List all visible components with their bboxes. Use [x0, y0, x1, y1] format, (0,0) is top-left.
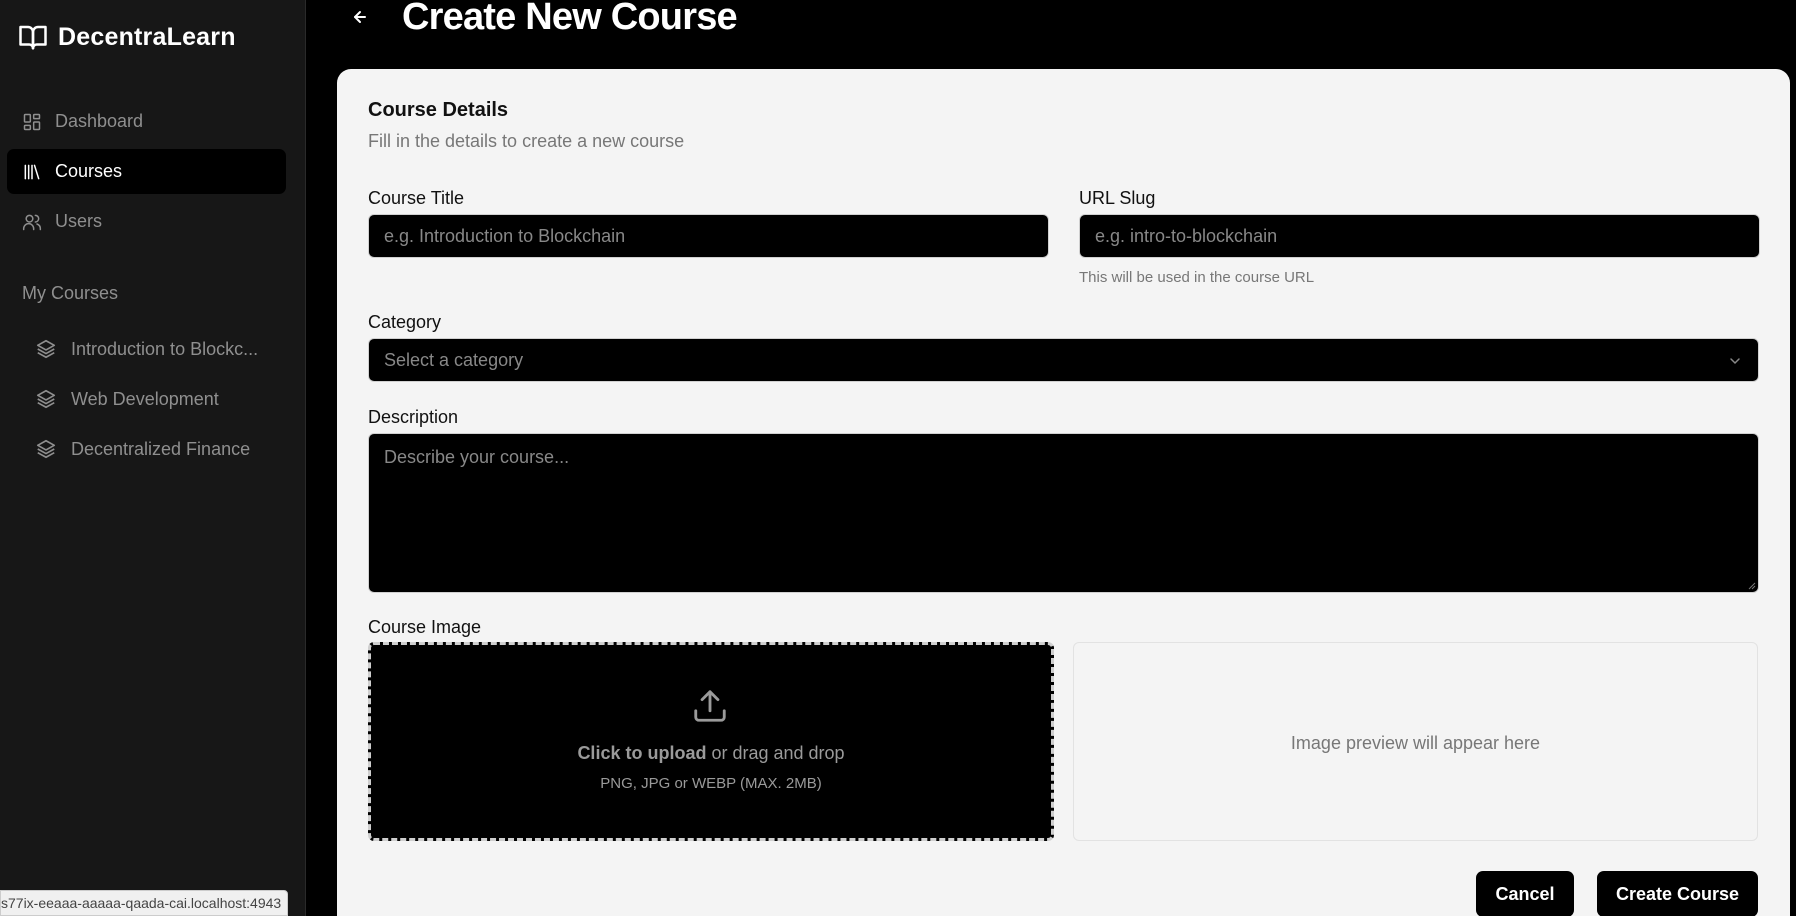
- create-course-button[interactable]: Create Course: [1597, 871, 1758, 916]
- description-textarea[interactable]: Describe your course...: [368, 433, 1759, 593]
- app-root: DecentraLearn Dashboard Courses Users My…: [0, 0, 1796, 916]
- image-preview-text: Image preview will appear here: [1290, 733, 1541, 753]
- description-label: Description: [368, 407, 459, 427]
- my-course-label: Introduction to Blockc...: [71, 338, 259, 359]
- course-title-input[interactable]: e.g. Introduction to Blockchain: [368, 214, 1049, 258]
- sidebar-item-users[interactable]: Users: [7, 199, 286, 244]
- sidebar-item-label: Courses: [55, 161, 123, 181]
- status-bar-url: s77ix-eeaaa-aaaaa-qaada-cai.localhost:49…: [0, 890, 289, 916]
- url-slug-hint: This will be used in the course URL: [1079, 269, 1315, 286]
- upload-format-hint: PNG, JPG or WEBP (MAX. 2MB): [600, 775, 822, 792]
- my-course-item[interactable]: Introduction to Blockc...: [35, 324, 285, 374]
- arrow-left-icon[interactable]: [350, 4, 370, 30]
- chevron-down-icon: [1730, 358, 1740, 365]
- category-label: Category: [368, 312, 442, 332]
- image-preview: Image preview will appear here: [1073, 642, 1758, 841]
- cancel-button[interactable]: Cancel: [1476, 871, 1574, 916]
- sidebar-item-courses[interactable]: Courses: [7, 149, 286, 194]
- card-title: Course Details: [368, 99, 509, 121]
- course-title-label: Course Title: [368, 188, 465, 208]
- image-upload-dropzone[interactable]: Click to upload or drag and drop PNG, JP…: [368, 642, 1054, 841]
- category-select-value: Select a category: [384, 349, 524, 370]
- sidebar-item-dashboard[interactable]: Dashboard: [7, 99, 286, 144]
- layers-icon: [36, 439, 56, 459]
- my-course-label: Decentralized Finance: [71, 438, 251, 459]
- page-title: Create New Course: [402, 0, 738, 38]
- library-icon: [24, 164, 40, 179]
- sidebar-item-label: Dashboard: [55, 111, 144, 131]
- sidebar-nav: Dashboard Courses Users: [7, 99, 286, 249]
- course-details-card: Course Details Fill in the details to cr…: [337, 69, 1790, 916]
- book-open-icon: [19, 25, 47, 50]
- upload-icon: [694, 690, 726, 722]
- description-placeholder: Describe your course...: [384, 447, 570, 467]
- layers-icon: [36, 389, 56, 409]
- my-course-label: Web Development: [71, 388, 219, 409]
- sidebar-item-label: Users: [55, 211, 103, 231]
- upload-instructions: Click to upload or drag and drop: [371, 743, 1051, 764]
- url-slug-input[interactable]: e.g. intro-to-blockchain: [1079, 214, 1760, 258]
- brand-name: DecentraLearn: [58, 22, 236, 51]
- course-image-label: Course Image: [368, 617, 482, 637]
- sidebar: DecentraLearn Dashboard Courses Users My…: [0, 0, 306, 916]
- card-subtitle: Fill in the details to create a new cour…: [368, 131, 685, 151]
- resize-grip-icon[interactable]: [1746, 580, 1756, 590]
- users-icon: [22, 214, 42, 230]
- brand[interactable]: DecentraLearn: [18, 22, 236, 52]
- my-course-item[interactable]: Web Development: [35, 374, 285, 424]
- url-slug-label: URL Slug: [1079, 188, 1156, 208]
- category-select[interactable]: Select a category: [368, 338, 1759, 382]
- my-courses-heading: My Courses: [22, 283, 119, 303]
- upload-rest-text: or drag and drop: [706, 743, 845, 763]
- my-courses-list: Introduction to Blockc... Web Developmen…: [35, 324, 285, 474]
- dashboard-icon: [23, 113, 41, 130]
- upload-strong-text: Click to upload: [577, 743, 707, 763]
- layers-icon: [36, 339, 56, 359]
- my-course-item[interactable]: Decentralized Finance: [35, 424, 285, 474]
